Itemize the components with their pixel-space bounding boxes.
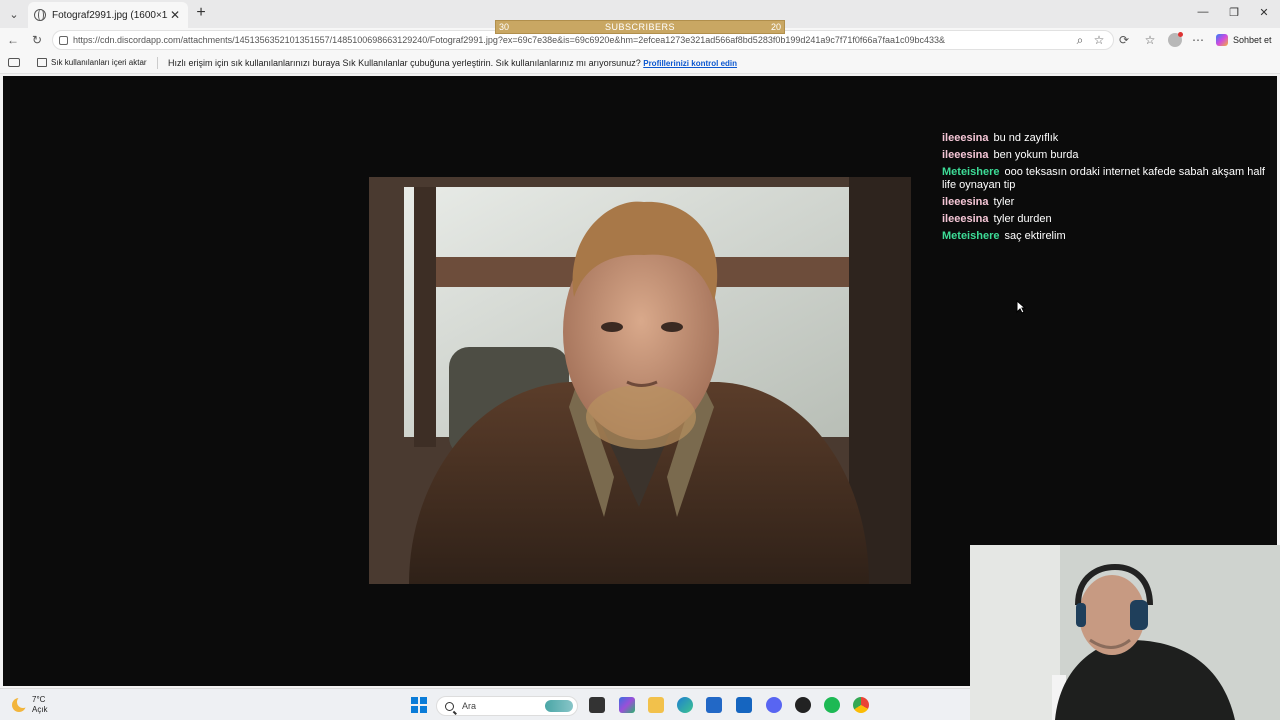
obs-icon[interactable] bbox=[795, 697, 811, 713]
outlook-icon[interactable] bbox=[736, 697, 752, 713]
copilot-chat-label: Sohbet et bbox=[1233, 35, 1272, 45]
chat-message: ileeesina ben yokum burda bbox=[942, 149, 1278, 162]
chat-overlay: ileeesina bu nd zayıflık ileeesina ben yok… bbox=[942, 132, 1278, 247]
task-view-icon[interactable] bbox=[589, 697, 605, 713]
windows-start-icon[interactable] bbox=[411, 697, 427, 713]
search-icon bbox=[445, 701, 454, 711]
chat-username: ileeesina bbox=[942, 213, 989, 225]
tab-active[interactable]: Fotograf2991.jpg (1600×1200) ✕ bbox=[28, 2, 188, 28]
minimize-button[interactable]: — bbox=[1196, 6, 1210, 18]
chat-text: tyler durden bbox=[993, 213, 1052, 225]
file-explorer-icon[interactable] bbox=[648, 697, 664, 713]
favorites-hint-text: Hızlı erişim için sık kullanılanlarınızı… bbox=[168, 58, 641, 68]
subscribers-label: SUBSCRIBERS bbox=[604, 22, 676, 32]
chat-username: ileeesina bbox=[942, 196, 989, 208]
chrome-icon[interactable] bbox=[853, 697, 869, 713]
import-favorites-label: Sık kullanılanları içeri aktar bbox=[51, 58, 147, 67]
mouse-cursor-icon bbox=[1016, 300, 1026, 314]
url-text: https://cdn.discordapp.com/attachments/1… bbox=[73, 35, 945, 45]
check-profiles-link[interactable]: Profillerinizi kontrol edin bbox=[643, 59, 737, 68]
chat-message: ileeesina bu nd zayıflık bbox=[942, 132, 1278, 145]
chat-username: Meteishere bbox=[942, 166, 1000, 178]
chat-message: Meteishere ooo teksasın ordaki internet k… bbox=[942, 166, 1278, 192]
subscribers-left-count: 30 bbox=[499, 22, 510, 32]
more-menu-icon[interactable]: ⋯ bbox=[1191, 33, 1205, 47]
zoom-icon[interactable]: ⌕ bbox=[1073, 33, 1087, 47]
favorite-star-icon[interactable]: ☆ bbox=[1092, 33, 1106, 47]
site-info-icon[interactable] bbox=[59, 35, 68, 45]
copilot-icon bbox=[1216, 34, 1228, 46]
favorites-bar: Sık kullanılanları içeri aktar Hızlı eri… bbox=[0, 52, 1280, 74]
chat-text: tyler bbox=[993, 196, 1015, 208]
webcam-overlay bbox=[970, 545, 1280, 720]
subscribers-right-count: 20 bbox=[770, 22, 781, 32]
moon-icon bbox=[12, 696, 29, 712]
chat-username: Meteishere bbox=[942, 230, 1000, 242]
chat-text: bu nd zayıflık bbox=[993, 132, 1059, 144]
favorites-hint: Hızlı erişim için sık kullanılanlarınızı… bbox=[168, 58, 737, 68]
restore-button[interactable]: ❐ bbox=[1227, 6, 1241, 19]
profile-avatar[interactable] bbox=[1168, 32, 1183, 47]
photo-illustration bbox=[369, 177, 911, 584]
search-placeholder: Ara bbox=[462, 701, 477, 711]
weather-temperature: 7°C bbox=[32, 695, 46, 704]
viewed-photo[interactable] bbox=[369, 177, 911, 584]
tab-actions-menu[interactable]: ⌄ bbox=[4, 4, 24, 24]
edge-browser-icon[interactable] bbox=[677, 697, 693, 713]
taskbar: 7°C Açık Ara bbox=[0, 688, 970, 720]
webcam-illustration bbox=[970, 545, 1280, 720]
back-icon[interactable]: ← bbox=[6, 33, 20, 47]
chat-message: ileeesina tyler bbox=[942, 196, 1278, 209]
search-highlight-icon bbox=[545, 700, 573, 712]
tab-close-icon[interactable]: ✕ bbox=[168, 8, 182, 22]
chat-message: Meteishere saç ektirelim bbox=[942, 230, 1278, 243]
store-icon[interactable] bbox=[706, 697, 722, 713]
import-icon bbox=[37, 58, 47, 67]
tab-title: Fotograf2991.jpg (1600×1200) bbox=[52, 9, 168, 21]
favorites-bar-icon[interactable] bbox=[8, 58, 20, 67]
chat-username: ileeesina bbox=[942, 149, 989, 161]
extensions-icon[interactable]: ⟳ bbox=[1117, 33, 1131, 47]
copilot-chat-button[interactable]: Sohbet et bbox=[1216, 32, 1272, 48]
spotify-icon[interactable] bbox=[824, 697, 840, 713]
chat-username: ileeesina bbox=[942, 132, 989, 144]
subscribers-goal-bar: 30 SUBSCRIBERS 20 bbox=[495, 20, 785, 34]
weather-condition: Açık bbox=[32, 705, 48, 714]
weather-widget[interactable]: 7°C Açık bbox=[12, 695, 48, 715]
divider bbox=[157, 57, 158, 69]
chat-message: ileeesina tyler durden bbox=[942, 213, 1278, 226]
discord-icon[interactable] bbox=[766, 697, 782, 713]
globe-icon bbox=[34, 9, 46, 21]
copilot-app-icon[interactable] bbox=[619, 697, 635, 713]
taskbar-search[interactable]: Ara bbox=[436, 696, 578, 716]
chat-text: ben yokum burda bbox=[993, 149, 1079, 161]
import-favorites-button[interactable]: Sık kullanılanları içeri aktar bbox=[37, 58, 147, 67]
refresh-icon[interactable]: ↻ bbox=[30, 33, 44, 47]
new-tab-button[interactable]: + bbox=[193, 5, 209, 21]
favorites-icon[interactable]: ☆ bbox=[1143, 33, 1157, 47]
close-window-button[interactable]: ✕ bbox=[1257, 6, 1271, 19]
chat-text: saç ektirelim bbox=[1004, 230, 1066, 242]
